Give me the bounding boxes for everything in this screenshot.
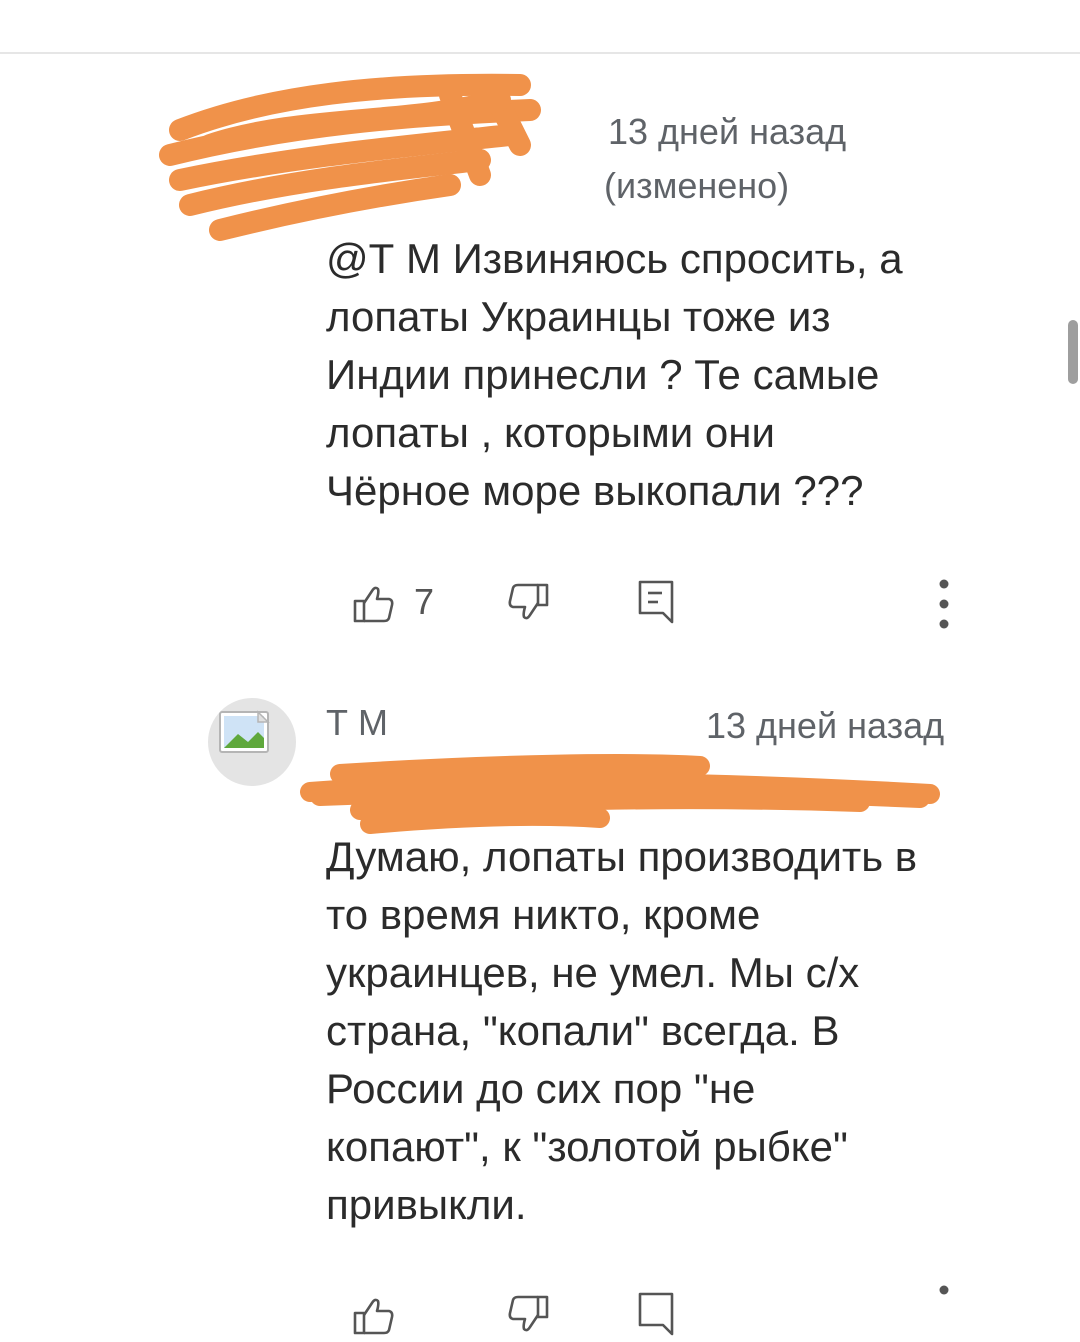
avatar[interactable]: [208, 698, 296, 786]
comment-1-actions: 7: [340, 570, 980, 630]
thumbs-down-icon[interactable]: [506, 580, 550, 624]
comment-1-text: @Т М Извиняюсь спросить, а лопаты Украин…: [326, 235, 903, 514]
reply-icon[interactable]: [636, 1290, 676, 1338]
comment-1-timestamp: 13 дней назад: [608, 111, 847, 152]
comment-2-author[interactable]: Т М: [326, 696, 388, 750]
thumbs-up-icon[interactable]: [352, 1294, 396, 1338]
comment-1-like-count: 7: [414, 581, 435, 622]
more-vertical-icon[interactable]: [936, 1282, 952, 1338]
more-vertical-icon[interactable]: [936, 576, 952, 632]
thumbs-down-icon[interactable]: [506, 1292, 550, 1336]
reply-icon[interactable]: [636, 578, 676, 626]
top-divider: [0, 52, 1080, 54]
broken-image-icon: [219, 710, 270, 753]
comment-2-actions: [340, 1282, 980, 1342]
thumbs-up-icon[interactable]: [352, 582, 396, 626]
author-redaction-scribble: [159, 73, 541, 241]
scrollbar-thumb[interactable]: [1068, 320, 1078, 384]
comment-1-edited-label: (изменено): [604, 165, 790, 206]
comment-2-timestamp: 13 дней назад: [706, 705, 945, 746]
comment-2-text: Думаю, лопаты производить в то время ник…: [326, 833, 918, 1228]
